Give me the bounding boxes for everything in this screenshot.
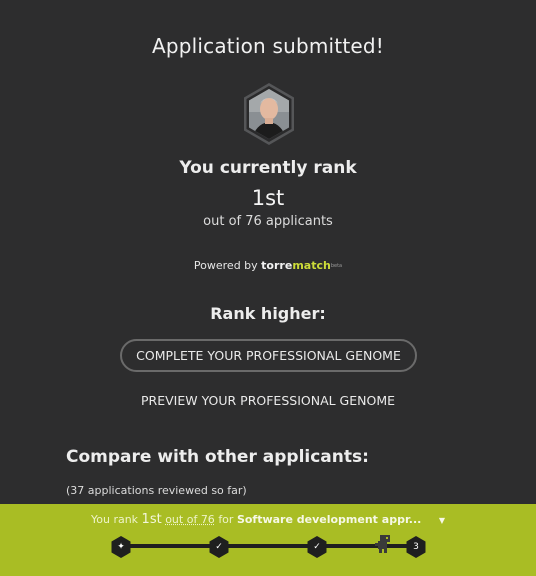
step-1-node[interactable]: ✦ (111, 536, 131, 558)
footer-job-title: Software development appr... (236, 513, 422, 526)
sparkle-icon: ✦ (117, 542, 125, 552)
applicant-count: out of 76 applicants (203, 214, 333, 229)
step-2-node[interactable]: ✓ (209, 536, 229, 558)
torrematch-logo-match: match (292, 259, 331, 272)
rank-higher-heading: Rank higher: (210, 304, 326, 323)
powered-by-prefix: Powered by (193, 259, 262, 272)
avatar[interactable] (239, 82, 299, 146)
compare-heading: Compare with other applicants: (66, 447, 369, 467)
chevron-down-icon[interactable]: ▼ (439, 516, 445, 525)
main-panel: Application submitted! You currently ran… (0, 0, 536, 504)
footer-for: for (218, 513, 234, 526)
footer-you-rank: You rank (90, 513, 139, 526)
step-4-node[interactable]: 3 (406, 536, 426, 558)
check-icon: ✓ (313, 542, 321, 552)
step-number: 3 (413, 542, 419, 552)
check-icon: ✓ (215, 542, 223, 552)
preview-genome-button[interactable]: PREVIEW YOUR PROFESSIONAL GENOME (118, 390, 418, 410)
torrematch-logo-beta: beta (330, 263, 343, 269)
footer-rank-summary[interactable]: You rank 1st out of 76 for Software deve… (0, 512, 536, 527)
torrematch-logo-torre: torre (261, 259, 293, 272)
rank-value: 1st (251, 186, 285, 210)
powered-by: Powered by torrematchbeta (0, 259, 536, 272)
rank-footer-bar[interactable]: You rank 1st out of 76 for Software deve… (0, 504, 536, 576)
avatar-hexagon-icon (244, 83, 294, 145)
footer-out-of: out of 76 (165, 513, 215, 526)
page-title: Application submitted! (151, 34, 385, 58)
progress-track (121, 544, 416, 548)
reviewed-count: (37 applications reviewed so far) (66, 484, 247, 497)
footer-rank-number: 1st (141, 512, 162, 527)
complete-genome-button[interactable]: COMPLETE YOUR PROFESSIONAL GENOME (120, 339, 417, 372)
mascot-icon (374, 533, 392, 555)
step-3-node[interactable]: ✓ (307, 536, 327, 558)
rank-label: You currently rank (179, 158, 357, 178)
